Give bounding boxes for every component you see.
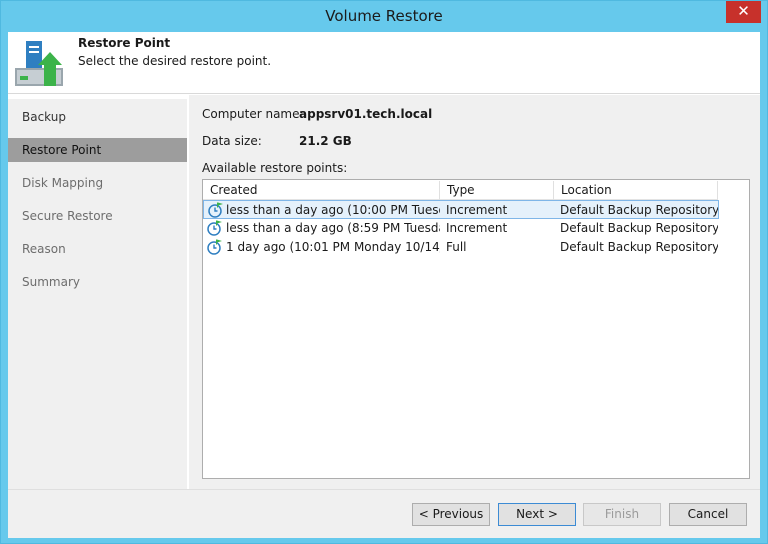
row-created: less than a day ago (10:00 PM Tuesday... xyxy=(226,203,440,217)
step-title: Restore Point xyxy=(78,36,171,50)
column-header-location[interactable]: Location xyxy=(554,181,718,200)
restore-point-panel: Computer name: appsrv01.tech.local Data … xyxy=(189,95,760,489)
data-size-label: Data size: xyxy=(202,134,262,148)
row-created: less than a day ago (8:59 PM Tuesday ... xyxy=(226,221,440,235)
window-title: Volume Restore xyxy=(325,7,443,25)
row-type: Increment xyxy=(446,203,508,217)
close-button[interactable]: ✕ xyxy=(726,1,761,23)
row-created: 1 day ago (10:01 PM Monday 10/14/20... xyxy=(226,240,440,254)
next-button[interactable]: Next > xyxy=(498,503,576,526)
close-icon: ✕ xyxy=(737,2,750,20)
cancel-button[interactable]: Cancel xyxy=(669,503,747,526)
sidebar-item-restore-point[interactable]: Restore Point xyxy=(8,138,187,162)
wizard-steps-sidebar: Backup Restore Point Disk Mapping Secure… xyxy=(8,99,187,489)
row-location: Default Backup Repository xyxy=(560,240,718,254)
restore-point-clock-icon xyxy=(207,239,222,255)
restore-point-clock-icon xyxy=(207,220,222,236)
wizard-header: Restore Point Select the desired restore… xyxy=(8,32,760,94)
row-type: Increment xyxy=(446,221,508,235)
sidebar-item-secure-restore: Secure Restore xyxy=(22,209,113,223)
row-type: Full xyxy=(446,240,467,254)
sidebar-item-reason: Reason xyxy=(22,242,66,256)
sidebar-item-summary: Summary xyxy=(22,275,80,289)
list-header: Created Type Location xyxy=(203,181,718,200)
step-subtitle: Select the desired restore point. xyxy=(78,54,272,68)
column-header-created[interactable]: Created xyxy=(203,181,440,200)
wizard-client-area: Restore Point Select the desired restore… xyxy=(8,32,760,538)
computer-name-value: appsrv01.tech.local xyxy=(299,107,433,121)
volume-restore-window: Volume Restore ✕ Restore Point Select th… xyxy=(0,0,768,544)
data-size-value: 21.2 GB xyxy=(299,134,352,148)
finish-button: Finish xyxy=(583,503,661,526)
row-location: Default Backup Repository xyxy=(560,221,718,235)
restore-point-row[interactable]: less than a day ago (8:59 PM Tuesday ...… xyxy=(203,219,719,238)
wizard-footer: < Previous Next > Finish Cancel xyxy=(8,489,760,538)
restore-point-row[interactable]: less than a day ago (10:00 PM Tuesday...… xyxy=(203,200,719,219)
server-restore-icon xyxy=(15,41,63,86)
restore-points-label: Available restore points: xyxy=(202,161,348,175)
row-location: Default Backup Repository xyxy=(560,203,718,217)
restore-points-list[interactable]: Created Type Location less than a day ag… xyxy=(202,179,750,479)
restore-point-row[interactable]: 1 day ago (10:01 PM Monday 10/14/20... F… xyxy=(203,238,719,257)
column-header-type[interactable]: Type xyxy=(440,181,554,200)
previous-button[interactable]: < Previous xyxy=(412,503,490,526)
restore-point-clock-icon xyxy=(208,202,223,218)
sidebar-item-backup[interactable]: Backup xyxy=(8,105,187,129)
sidebar-item-disk-mapping: Disk Mapping xyxy=(22,176,104,190)
computer-name-label: Computer name: xyxy=(202,107,304,121)
